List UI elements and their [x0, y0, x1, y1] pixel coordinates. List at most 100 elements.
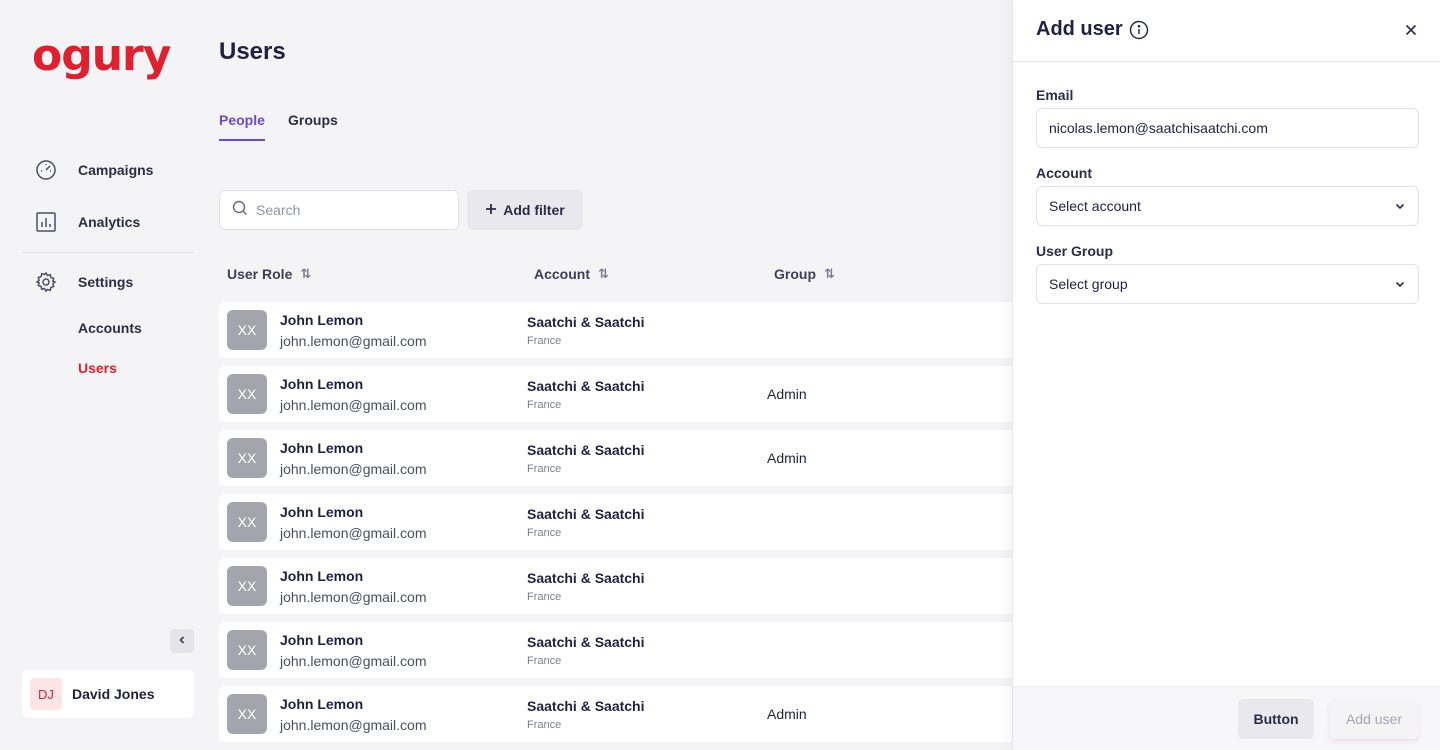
tab-people[interactable]: People — [219, 112, 265, 141]
chevron-down-icon — [1394, 277, 1406, 293]
account-name: Saatchi & Saatchi — [527, 634, 645, 650]
user-name: John Lemon — [280, 312, 364, 328]
account-country: France — [527, 335, 562, 347]
page-title: Users — [219, 38, 286, 65]
chevron-left-icon — [177, 634, 187, 648]
add-user-button[interactable]: Add user — [1329, 699, 1419, 739]
account-name: Saatchi & Saatchi — [527, 442, 645, 458]
user-group: Admin — [767, 450, 807, 466]
account-country: France — [527, 655, 562, 667]
sidebar-item-campaigns[interactable]: Campaigns — [34, 158, 153, 182]
user-name: John Lemon — [280, 376, 364, 392]
sidebar: ogury Campaigns Analytics Settings Accou… — [0, 0, 200, 750]
user-name: John Lemon — [280, 504, 364, 520]
user-group-label: User Group — [1036, 243, 1114, 259]
add-user-drawer: Add user Email Account Select account Us… — [1012, 0, 1440, 750]
email-label: Email — [1036, 87, 1074, 103]
account-name: Saatchi & Saatchi — [527, 506, 645, 522]
user-name: John Lemon — [280, 440, 364, 456]
table-row[interactable]: XX John Lemon john.lemon@gmail.com Saatc… — [219, 302, 1019, 358]
table-row[interactable]: XX John Lemon john.lemon@gmail.com Saatc… — [219, 366, 1019, 422]
tab-groups[interactable]: Groups — [288, 112, 338, 139]
user-email: john.lemon@gmail.com — [280, 461, 427, 477]
nav-divider — [22, 252, 194, 253]
secondary-button[interactable]: Button — [1238, 699, 1314, 739]
user-email: john.lemon@gmail.com — [280, 525, 427, 541]
chevron-down-icon — [1394, 199, 1406, 215]
account-country: France — [527, 399, 562, 411]
column-label: User Role — [227, 266, 293, 282]
group-select-value: Select group — [1049, 276, 1128, 292]
column-header-user-role[interactable]: User Role ⇅ — [227, 266, 311, 282]
account-country: France — [527, 591, 562, 603]
sort-icon: ⇅ — [300, 266, 312, 281]
avatar: XX — [227, 694, 267, 734]
user-email: john.lemon@gmail.com — [280, 589, 427, 605]
avatar: DJ — [30, 678, 62, 710]
collapse-sidebar-button[interactable] — [170, 629, 194, 653]
avatar: XX — [227, 502, 267, 542]
table-row[interactable]: XX John Lemon john.lemon@gmail.com Saatc… — [219, 558, 1019, 614]
column-label: Account — [534, 266, 590, 282]
bar-chart-icon — [34, 210, 58, 234]
column-label: Group — [774, 266, 816, 282]
user-email: john.lemon@gmail.com — [280, 333, 427, 349]
account-name: Saatchi & Saatchi — [527, 378, 645, 394]
info-icon[interactable] — [1129, 20, 1149, 40]
account-name: Saatchi & Saatchi — [527, 698, 645, 714]
avatar: XX — [227, 566, 267, 606]
user-email: john.lemon@gmail.com — [280, 717, 427, 733]
account-country: France — [527, 527, 562, 539]
search-box[interactable] — [219, 190, 459, 230]
search-icon — [232, 200, 248, 221]
account-select-value: Select account — [1049, 198, 1141, 214]
sidebar-item-users[interactable]: Users — [78, 360, 117, 376]
ogury-logo[interactable]: ogury — [32, 34, 171, 78]
table-row[interactable]: XX John Lemon john.lemon@gmail.com Saatc… — [219, 622, 1019, 678]
add-filter-button[interactable]: Add filter — [467, 190, 583, 230]
gauge-icon — [34, 158, 58, 182]
avatar: XX — [227, 310, 267, 350]
drawer-footer: Button Add user — [1013, 686, 1440, 750]
sidebar-item-settings[interactable]: Settings — [34, 270, 133, 294]
sort-icon: ⇅ — [598, 266, 609, 281]
gear-icon — [34, 270, 58, 294]
avatar: XX — [227, 438, 267, 478]
account-select[interactable]: Select account — [1036, 186, 1419, 226]
table-row[interactable]: XX John Lemon john.lemon@gmail.com Saatc… — [219, 430, 1019, 486]
plus-icon — [485, 202, 497, 218]
search-input[interactable] — [256, 202, 436, 218]
user-name: David Jones — [72, 686, 155, 702]
column-header-group[interactable]: Group ⇅ — [774, 266, 835, 282]
sidebar-item-label: Settings — [78, 274, 134, 290]
user-name: John Lemon — [280, 632, 364, 648]
user-group: Admin — [767, 706, 807, 722]
add-filter-label: Add filter — [503, 202, 565, 218]
user-email: john.lemon@gmail.com — [280, 653, 427, 669]
sidebar-item-analytics[interactable]: Analytics — [34, 210, 140, 234]
account-country: France — [527, 719, 562, 731]
column-header-account[interactable]: Account ⇅ — [534, 266, 609, 282]
sidebar-item-label: Campaigns — [78, 162, 154, 178]
user-group: Admin — [767, 386, 807, 402]
close-icon[interactable] — [1401, 20, 1421, 40]
account-name: Saatchi & Saatchi — [527, 314, 645, 330]
account-name: Saatchi & Saatchi — [527, 570, 645, 586]
drawer-title: Add user — [1036, 18, 1123, 40]
user-group-select[interactable]: Select group — [1036, 264, 1419, 304]
drawer-header: Add user — [1013, 0, 1440, 62]
avatar: XX — [227, 630, 267, 670]
email-field-wrapper[interactable] — [1036, 108, 1419, 148]
table-row[interactable]: XX John Lemon john.lemon@gmail.com Saatc… — [219, 494, 1019, 550]
account-country: France — [527, 463, 562, 475]
table-row[interactable]: XX John Lemon john.lemon@gmail.com Saatc… — [219, 686, 1019, 742]
avatar: XX — [227, 374, 267, 414]
email-field[interactable] — [1049, 120, 1406, 136]
current-user-card[interactable]: DJ David Jones — [22, 670, 194, 718]
account-label: Account — [1036, 165, 1092, 181]
sidebar-item-label: Analytics — [78, 214, 141, 230]
sort-icon: ⇅ — [824, 266, 835, 281]
user-name: John Lemon — [280, 696, 364, 712]
user-email: john.lemon@gmail.com — [280, 397, 427, 413]
sidebar-item-accounts[interactable]: Accounts — [78, 320, 142, 336]
